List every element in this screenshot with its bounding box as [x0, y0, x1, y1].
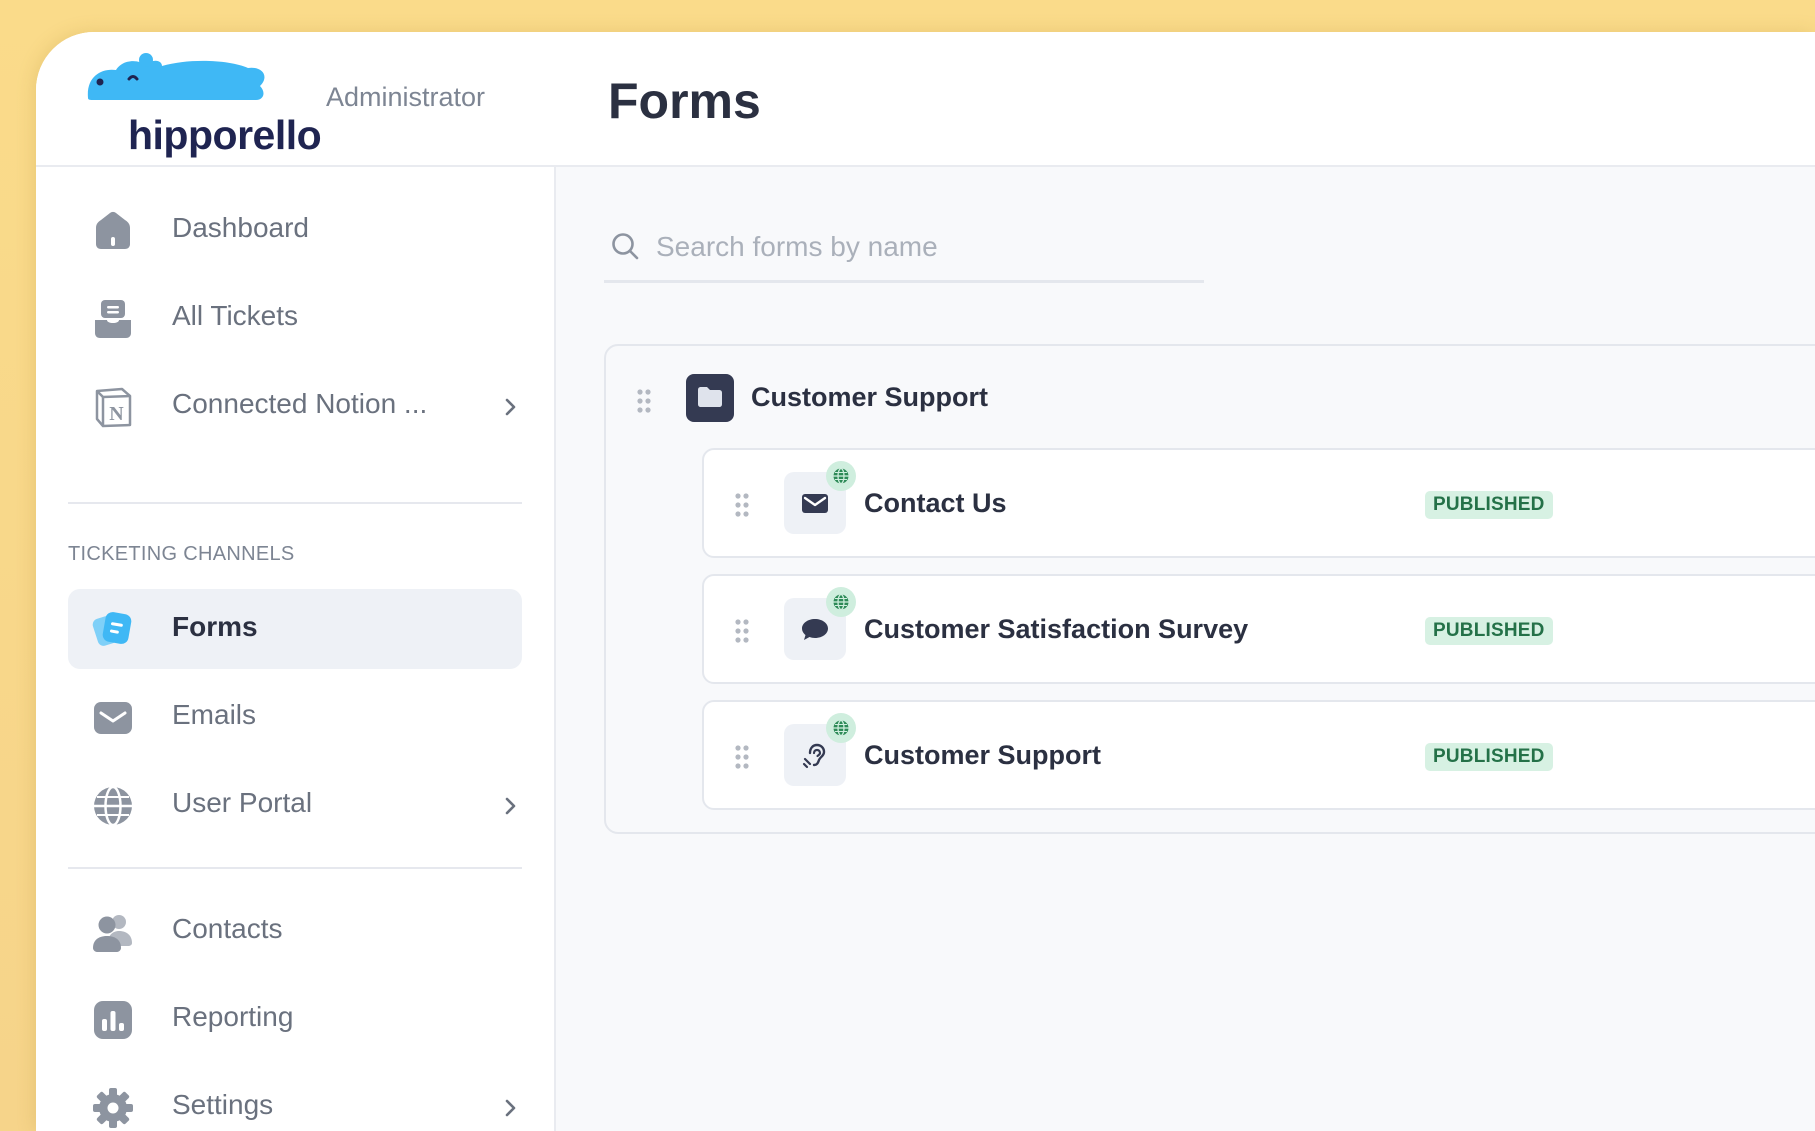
notion-icon: N — [95, 387, 132, 428]
form-title: Customer Satisfaction Survey — [864, 614, 1249, 644]
svg-text:N: N — [109, 403, 124, 425]
forms-icon — [92, 612, 132, 646]
sidebar-item-forms[interactable]: Forms — [68, 589, 522, 669]
sidebar-item-dashboard[interactable]: Dashboard — [68, 190, 522, 270]
sidebar-item-label: Forms — [172, 611, 258, 642]
sidebar-item-label: All Tickets — [172, 300, 299, 331]
sidebar-item-label: Reporting — [172, 1001, 294, 1032]
chart-icon — [94, 1001, 132, 1039]
public-badge — [826, 713, 856, 743]
page-title: Forms — [608, 73, 761, 129]
form-card-contact-us[interactable]: Contact Us PUBLISHED — [702, 448, 1815, 558]
users-icon — [93, 915, 132, 952]
sidebar-item-user-portal[interactable]: User Portal — [68, 765, 522, 845]
chevron-right-icon — [505, 398, 516, 416]
folder-icon — [698, 387, 722, 407]
chat-bubble-icon — [802, 619, 828, 640]
chevron-right-icon — [505, 797, 516, 815]
search-icon — [612, 233, 639, 260]
form-title: Customer Support — [864, 740, 1102, 770]
app-window: hipporello Administrator Forms Dashboard… — [36, 32, 1815, 1131]
sidebar-item-connected-notion[interactable]: N Connected Notion ... — [68, 366, 522, 446]
sidebar-item-settings[interactable]: Settings — [68, 1067, 522, 1131]
sidebar-item-emails[interactable]: Emails — [68, 677, 522, 757]
public-badge — [826, 461, 856, 491]
sidebar-item-label: Connected Notion ... — [172, 388, 428, 419]
search-bar — [604, 227, 1204, 283]
home-icon — [96, 211, 130, 249]
globe-icon — [833, 467, 849, 485]
form-group[interactable]: Customer Support Contact Us PUBLISHED Cu… — [604, 344, 1815, 834]
main-content: Customer Support — [556, 167, 1815, 1131]
status-badge: PUBLISHED — [1425, 491, 1553, 519]
envelope-icon — [802, 494, 828, 513]
status-badge: PUBLISHED — [1425, 743, 1553, 771]
sidebar-item-contacts[interactable]: Contacts — [68, 891, 522, 971]
role-label: Administrator — [326, 82, 486, 112]
globe-icon — [833, 719, 849, 737]
drag-handle-icon[interactable] — [734, 492, 750, 518]
brand-name: hipporello — [128, 112, 322, 158]
globe-icon — [833, 593, 849, 611]
envelope-icon — [94, 702, 132, 734]
drag-handle-icon[interactable] — [636, 388, 652, 414]
form-card-customer-satisfaction-survey[interactable]: Customer Satisfaction Survey PUBLISHED — [702, 574, 1815, 684]
hippo-logo-icon — [87, 53, 265, 100]
hearing-icon — [802, 743, 826, 769]
app-header: hipporello Administrator Forms — [36, 32, 1815, 167]
globe-icon — [94, 785, 132, 827]
sidebar-item-reporting[interactable]: Reporting — [68, 979, 522, 1059]
group-title: Customer Support — [751, 382, 989, 412]
sidebar-item-label: Contacts — [172, 913, 283, 944]
drag-handle-icon[interactable] — [734, 744, 750, 770]
sidebar-divider — [68, 867, 522, 869]
drag-handle-icon[interactable] — [734, 618, 750, 644]
folder-icon-box — [686, 374, 734, 422]
status-badge: PUBLISHED — [1425, 617, 1553, 645]
gear-icon — [93, 1088, 133, 1128]
sidebar: Dashboard All Tickets N Connected Notion… — [36, 167, 556, 1131]
form-card-customer-support[interactable]: Customer Support PUBLISHED — [702, 700, 1815, 810]
section-title: TICKETING CHANNELS — [68, 543, 295, 565]
inbox-icon — [95, 300, 131, 338]
sidebar-item-label: User Portal — [172, 787, 313, 818]
public-badge — [826, 587, 856, 617]
sidebar-item-label: Dashboard — [172, 212, 309, 243]
sidebar-divider — [68, 502, 522, 504]
sidebar-item-all-tickets[interactable]: All Tickets — [68, 278, 522, 358]
hipporello-logo[interactable]: hipporello — [80, 46, 322, 158]
chevron-right-icon — [505, 1099, 516, 1117]
sidebar-item-label: Emails — [172, 699, 257, 730]
search-input[interactable] — [656, 227, 1196, 267]
form-title: Contact Us — [864, 488, 1007, 518]
sidebar-item-label: Settings — [172, 1089, 274, 1120]
